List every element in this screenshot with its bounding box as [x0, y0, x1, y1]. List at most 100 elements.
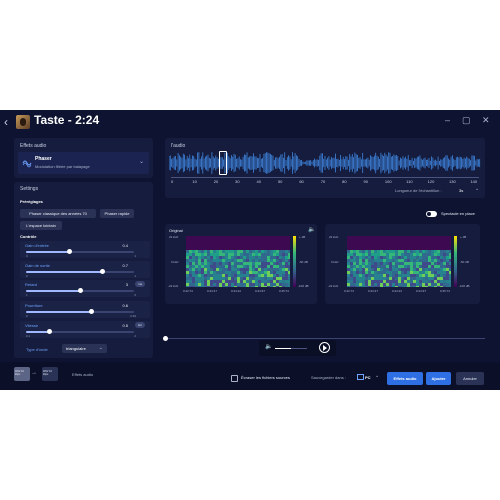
timeline-axis	[171, 177, 479, 178]
play-button[interactable]	[319, 342, 330, 353]
timeline-tick: 20	[213, 179, 219, 184]
add-button[interactable]: Ajouter	[426, 372, 451, 385]
x-tick: 0:23:47	[207, 289, 218, 293]
timeline-tick: 0	[171, 179, 174, 184]
control-label: Retard	[25, 282, 38, 287]
y-tick: -22 kHz	[328, 284, 339, 288]
preset-button[interactable]: L'espace lointain	[20, 221, 62, 230]
timeline-tick: 50	[277, 179, 283, 184]
control-label: Vitesse	[25, 323, 39, 328]
colorbar-tick: + dB	[299, 235, 306, 239]
chevron-down-icon[interactable]: ⌄	[475, 186, 479, 192]
volume-slider[interactable]	[275, 348, 307, 349]
maximize-icon[interactable]: ▢	[462, 115, 471, 126]
slider-handle[interactable]	[78, 288, 83, 293]
slider-handle[interactable]	[99, 269, 105, 274]
in-place-toggle[interactable]	[426, 211, 437, 217]
control-slider[interactable]	[26, 309, 134, 314]
volume-fill	[275, 348, 291, 349]
slider-fill	[26, 311, 91, 313]
wave-type-value: triangulaire	[66, 346, 86, 351]
control-unit: Hz	[135, 322, 145, 328]
timeline-tick: 110	[406, 179, 413, 184]
slider-handle[interactable]	[67, 249, 73, 254]
colorbar-tick: -50 dB	[460, 260, 469, 264]
play-icon	[323, 345, 327, 351]
back-arrow-icon[interactable]: ‹	[4, 115, 16, 129]
speaker-icon[interactable]: 🔈	[308, 226, 315, 233]
audio-panel-title: l'audio	[171, 143, 186, 149]
control-row: Gain de sortie 0.7 0 1	[20, 261, 150, 278]
y-tick: 22 kHz	[329, 235, 339, 239]
volume-icon[interactable]: 🔈	[265, 343, 272, 350]
spectrogram-original	[186, 236, 290, 287]
slider-fill	[26, 251, 70, 253]
selection-handle[interactable]	[219, 151, 227, 175]
chevron-down-icon[interactable]: ⌄	[375, 373, 379, 379]
spectrogram-original-panel: Original 🔈 22 kHz 0 kHz -22 kHz + dB -50…	[165, 224, 317, 304]
colorbar	[454, 236, 457, 287]
x-tick: 0:24:22	[392, 289, 403, 293]
control-row: Pourriture 0.6 0 0.99	[20, 301, 150, 318]
x-tick: 0:24:97	[255, 289, 266, 293]
control-min: 1	[26, 293, 28, 297]
controls-title: Contrôle	[20, 234, 37, 239]
cancel-button[interactable]: Annuler	[456, 372, 484, 385]
close-icon[interactable]: ✕	[482, 115, 490, 126]
control-slider[interactable]	[26, 249, 134, 254]
control-label: Gain d'entrée	[25, 243, 49, 248]
chain-node-source[interactable]: WAV 16 kbps	[14, 367, 30, 381]
control-slider[interactable]	[26, 329, 134, 334]
chain-node-target[interactable]: WAV 16 kbps	[42, 367, 58, 381]
control-max: 1	[134, 274, 136, 278]
y-tick: 0 kHz	[331, 260, 339, 264]
effect-name: Phaser	[35, 156, 52, 162]
editor-window: ‹ Taste - 2:24 – ▢ ✕ Effets audio Phaser…	[0, 110, 500, 390]
colorbar-tick: -100 dB	[459, 284, 470, 288]
arrow-right-icon: →	[31, 370, 37, 376]
slider-fill	[26, 331, 49, 333]
overwrite-checkbox[interactable]	[231, 375, 238, 382]
playback-track[interactable]	[165, 338, 485, 339]
preset-button[interactable]: Phaser classique des années 70	[20, 209, 96, 218]
timeline-tick: 140	[470, 179, 478, 184]
timeline-tick: 30	[235, 179, 240, 184]
colorbar-tick: + dB	[460, 235, 467, 239]
control-max: 5	[134, 293, 136, 297]
preset-button[interactable]: Phaser rapide	[100, 209, 134, 218]
save-location-label: Sauvegarder dans :	[311, 375, 346, 380]
control-value: 0.7	[122, 263, 128, 268]
slider-handle[interactable]	[88, 309, 94, 314]
save-location-value[interactable]: PC	[365, 375, 371, 380]
control-max: 2	[134, 334, 136, 338]
x-tick: 0:23:47	[368, 289, 379, 293]
track-thumbnail	[16, 115, 30, 129]
y-tick: 22 kHz	[169, 235, 179, 239]
control-value: 0.5	[122, 323, 128, 328]
colorbar-tick: -100 dB	[298, 284, 309, 288]
playhead[interactable]	[163, 336, 168, 341]
sample-length-value[interactable]: 3s	[459, 188, 463, 193]
control-max: 1	[134, 254, 136, 258]
control-slider[interactable]	[26, 269, 134, 274]
wave-type-select[interactable]: triangulaire ⌄	[62, 344, 107, 353]
phaser-icon	[22, 160, 32, 168]
timeline-tick: 10	[192, 179, 197, 184]
in-place-label: Spectacle en place	[441, 211, 475, 216]
timeline-tick: 130	[449, 179, 456, 184]
colorbar	[293, 236, 296, 287]
control-value: 3	[125, 282, 128, 287]
control-row: Gain d'entrée 0.4 0 1	[20, 241, 150, 258]
slider-handle[interactable]	[46, 329, 52, 334]
timeline-tick: 100	[384, 179, 392, 184]
control-min: 0	[26, 254, 28, 258]
effect-selector[interactable]: Phaser Modulation filtrée par balayage ⌄	[18, 152, 149, 174]
x-tick: 0:24:22	[231, 289, 242, 293]
waveform[interactable]	[169, 151, 481, 175]
chevron-down-icon: ⌄	[98, 345, 103, 351]
chevron-down-icon: ⌄	[138, 159, 144, 165]
minimize-icon[interactable]: –	[445, 115, 450, 125]
control-slider[interactable]	[26, 288, 134, 293]
audio-effects-button[interactable]: Effets audio	[387, 372, 423, 385]
timeline-tick: 80	[342, 179, 347, 184]
